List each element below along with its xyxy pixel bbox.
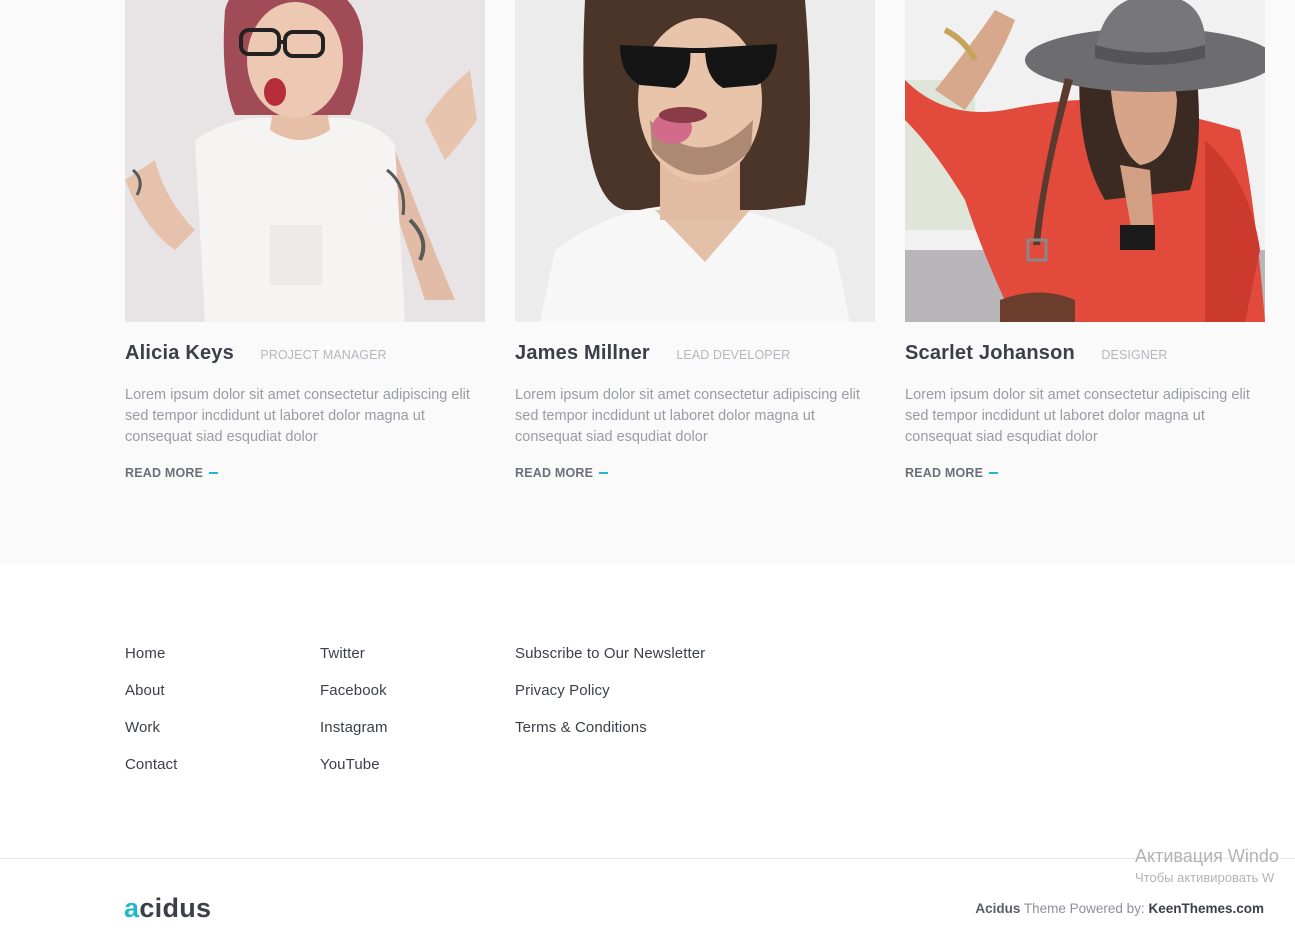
- windows-activation-watermark: Активация Windo Чтобы активировать W: [1135, 845, 1295, 887]
- footer-link-privacy-policy[interactable]: Privacy Policy: [515, 682, 610, 699]
- footer-link-home[interactable]: Home: [125, 645, 165, 662]
- team-member-role: PROJECT MANAGER: [260, 348, 387, 362]
- team-member-name: Scarlet Johanson: [905, 342, 1075, 364]
- footer-bottom-bar: acidus Acidus Theme Powered by: KeenThem…: [0, 858, 1295, 932]
- keenthemes-link[interactable]: KeenThemes.com: [1148, 901, 1264, 916]
- site-logo[interactable]: acidus: [124, 893, 211, 924]
- team-member-heading: Alicia Keys PROJECT MANAGER: [125, 342, 387, 365]
- footer-nav-column: Home About Work Contact: [125, 645, 177, 793]
- team-member-name: James Millner: [515, 342, 650, 364]
- team-member-role: DESIGNER: [1101, 348, 1168, 362]
- team-photo-scarlet-johanson: [905, 0, 1265, 322]
- logo-text: cidus: [139, 893, 212, 923]
- team-member-heading: James Millner LEAD DEVELOPER: [515, 342, 790, 365]
- portrait-woman-glasses-image: [125, 0, 485, 322]
- team-photo-alicia-keys: [125, 0, 485, 322]
- footer-link-instagram[interactable]: Instagram: [320, 719, 388, 736]
- portrait-man-sunglasses-image: [515, 0, 875, 322]
- footer-link-twitter[interactable]: Twitter: [320, 645, 365, 662]
- read-more-label: READ MORE: [125, 466, 204, 480]
- footer-link-work[interactable]: Work: [125, 719, 160, 736]
- team-member-description: Lorem ipsum dolor sit amet consectetur a…: [905, 387, 1250, 445]
- footer-social-column: Twitter Facebook Instagram YouTube: [320, 645, 388, 793]
- team-member-heading: Scarlet Johanson DESIGNER: [905, 342, 1167, 365]
- read-more-label: READ MORE: [905, 466, 984, 480]
- read-more-label: READ MORE: [515, 466, 594, 480]
- dash-icon: [209, 471, 219, 474]
- portrait-woman-hat-image: [905, 0, 1265, 322]
- windows-activation-subtitle: Чтобы активировать W: [1135, 870, 1275, 885]
- theme-name: Acidus: [975, 901, 1021, 916]
- read-more-link[interactable]: READ MORE: [515, 466, 609, 480]
- footer-link-youtube[interactable]: YouTube: [320, 756, 380, 773]
- logo-accent-letter: a: [124, 893, 140, 923]
- copyright-text: Acidus Theme Powered by: KeenThemes.com: [975, 901, 1264, 916]
- team-member-name: Alicia Keys: [125, 342, 234, 364]
- footer-link-contact[interactable]: Contact: [125, 756, 177, 773]
- dash-icon: [599, 471, 609, 474]
- footer-links-section: Home About Work Contact Twitter Facebook…: [0, 565, 1295, 858]
- team-card-james-millner: James Millner LEAD DEVELOPER Lorem ipsum…: [515, 0, 875, 480]
- footer-link-newsletter[interactable]: Subscribe to Our Newsletter: [515, 645, 705, 662]
- team-photo-james-millner: [515, 0, 875, 322]
- team-member-role: LEAD DEVELOPER: [676, 348, 791, 362]
- windows-activation-title: Активация Windo: [1135, 846, 1279, 866]
- footer-link-facebook[interactable]: Facebook: [320, 682, 387, 699]
- team-card-scarlet-johanson: Scarlet Johanson DESIGNER Lorem ipsum do…: [905, 0, 1265, 480]
- team-member-description: Lorem ipsum dolor sit amet consectetur a…: [515, 387, 860, 445]
- team-member-description: Lorem ipsum dolor sit amet consectetur a…: [125, 387, 470, 445]
- footer-link-about[interactable]: About: [125, 682, 165, 699]
- footer-link-terms[interactable]: Terms & Conditions: [515, 719, 647, 736]
- team-section: Alicia Keys PROJECT MANAGER Lorem ipsum …: [0, 0, 1295, 565]
- read-more-link[interactable]: READ MORE: [905, 466, 999, 480]
- powered-by-text: Theme Powered by:: [1020, 901, 1149, 916]
- dash-icon: [989, 471, 999, 474]
- team-card-alicia-keys: Alicia Keys PROJECT MANAGER Lorem ipsum …: [125, 0, 485, 480]
- footer-info-column: Subscribe to Our Newsletter Privacy Poli…: [515, 645, 705, 756]
- read-more-link[interactable]: READ MORE: [125, 466, 219, 480]
